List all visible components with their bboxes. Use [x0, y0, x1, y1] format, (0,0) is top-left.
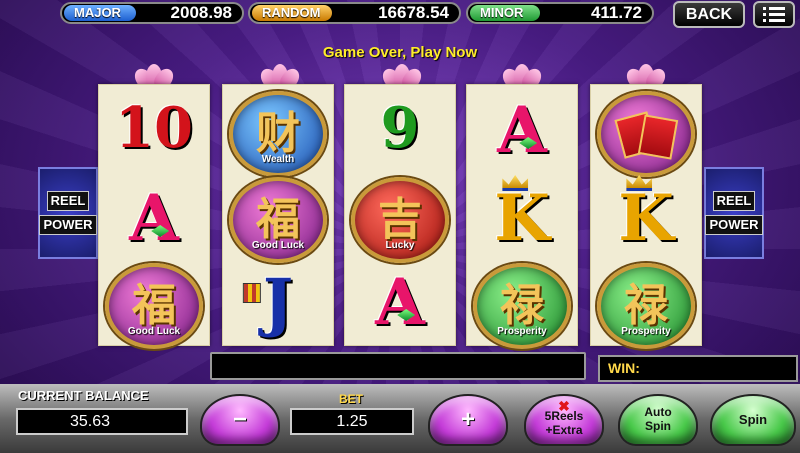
jester-badge-icon	[242, 283, 261, 303]
crown-icon	[502, 175, 529, 191]
minor-jackpot-label: MINOR	[470, 5, 540, 21]
medal-glyph: 福	[132, 280, 176, 331]
medal-caption: Prosperity	[497, 326, 547, 337]
red-envelope-icon	[637, 114, 679, 160]
symbol-ace-letter: A	[497, 93, 547, 168]
menu-button[interactable]	[753, 1, 795, 28]
current-balance-value: 35.63	[16, 408, 188, 435]
symbol-ace-letter: A	[375, 265, 425, 340]
symbol-ace: A	[375, 265, 425, 340]
symbol-wealth-medal: 财 Wealth	[229, 91, 327, 177]
reel-power-label: POWER	[39, 215, 97, 236]
medal-glyph: 吉	[378, 194, 422, 245]
major-jackpot-value: 2008.98	[170, 3, 232, 22]
symbol-king: K	[618, 175, 674, 256]
symbol-good-luck-medal: 福 Good Luck	[105, 263, 203, 349]
win-label: WIN:	[608, 360, 640, 376]
close-icon: ✖	[558, 398, 570, 414]
major-jackpot-label: MAJOR	[64, 5, 136, 21]
reel-power-label: POWER	[705, 215, 763, 236]
minor-jackpot-value: 411.72	[590, 3, 642, 22]
reel-5: K 禄 Prosperity	[590, 84, 702, 349]
reel-power-label: REEL	[46, 190, 90, 211]
random-jackpot: RANDOM 16678.54	[248, 2, 461, 24]
reel-1: 10 A 福 Good Luck	[98, 84, 210, 349]
symbol-prosperity-medal: 禄 Prosperity	[597, 263, 695, 349]
auto-spin-label-line2: Spin	[644, 419, 671, 433]
info-bar	[210, 352, 586, 380]
auto-spin-label-line1: Auto	[644, 405, 672, 420]
medal-glyph: 禄	[624, 280, 668, 331]
medal-caption: Good Luck	[127, 326, 181, 337]
symbol-king: K	[494, 175, 550, 256]
medal-caption: Wealth	[261, 154, 295, 165]
symbol-lucky-medal: 吉 Lucky	[351, 177, 449, 263]
medal-caption: Prosperity	[621, 326, 671, 337]
win-display: WIN:	[598, 355, 798, 382]
reel-power-right: REEL POWER	[704, 167, 764, 259]
back-button[interactable]: BACK	[673, 1, 745, 28]
symbol-jack: J	[242, 265, 294, 340]
symbol-nine: 9	[380, 95, 420, 161]
medal-glyph: 福	[256, 194, 300, 245]
symbol-good-luck-medal: 福 Good Luck	[229, 177, 327, 263]
bet-label: BET	[339, 392, 363, 406]
reel-3: 9 吉 Lucky A	[344, 84, 456, 346]
medal-glyph: 财	[256, 108, 300, 159]
reel-power-label: REEL	[712, 190, 756, 211]
symbol-king-letter: K	[618, 181, 674, 256]
reel-power-left: REEL POWER	[38, 167, 98, 259]
menu-icon	[763, 6, 785, 23]
random-jackpot-value: 16678.54	[378, 3, 449, 22]
random-jackpot-label: RANDOM	[252, 5, 332, 21]
medal-caption: Good Luck	[251, 240, 305, 251]
extra-label-line2: +Extra	[545, 423, 583, 437]
game-message: Game Over, Play Now	[322, 44, 478, 61]
major-jackpot: MAJOR 2008.98	[60, 2, 244, 24]
medal-glyph: 禄	[500, 280, 544, 331]
symbol-red-envelope-medal	[597, 91, 695, 177]
symbol-ten: 10	[115, 95, 193, 161]
bet-value: 1.25	[290, 408, 414, 435]
reel-4: A K 禄 Prosperity	[466, 84, 578, 349]
medal-caption: Lucky	[385, 240, 415, 251]
symbol-prosperity-medal: 禄 Prosperity	[473, 263, 571, 349]
crown-icon	[626, 175, 653, 191]
reel-2: 财 Wealth 福 Good Luck J	[222, 84, 334, 346]
symbol-king-letter: K	[494, 181, 550, 256]
symbol-ace: A	[497, 93, 547, 168]
symbol-ace: A	[129, 181, 179, 256]
minor-jackpot: MINOR 411.72	[466, 2, 654, 24]
symbol-jack-letter: J	[262, 265, 294, 340]
symbol-ace-letter: A	[129, 181, 179, 256]
current-balance-label: CURRENT BALANCE	[18, 388, 149, 403]
